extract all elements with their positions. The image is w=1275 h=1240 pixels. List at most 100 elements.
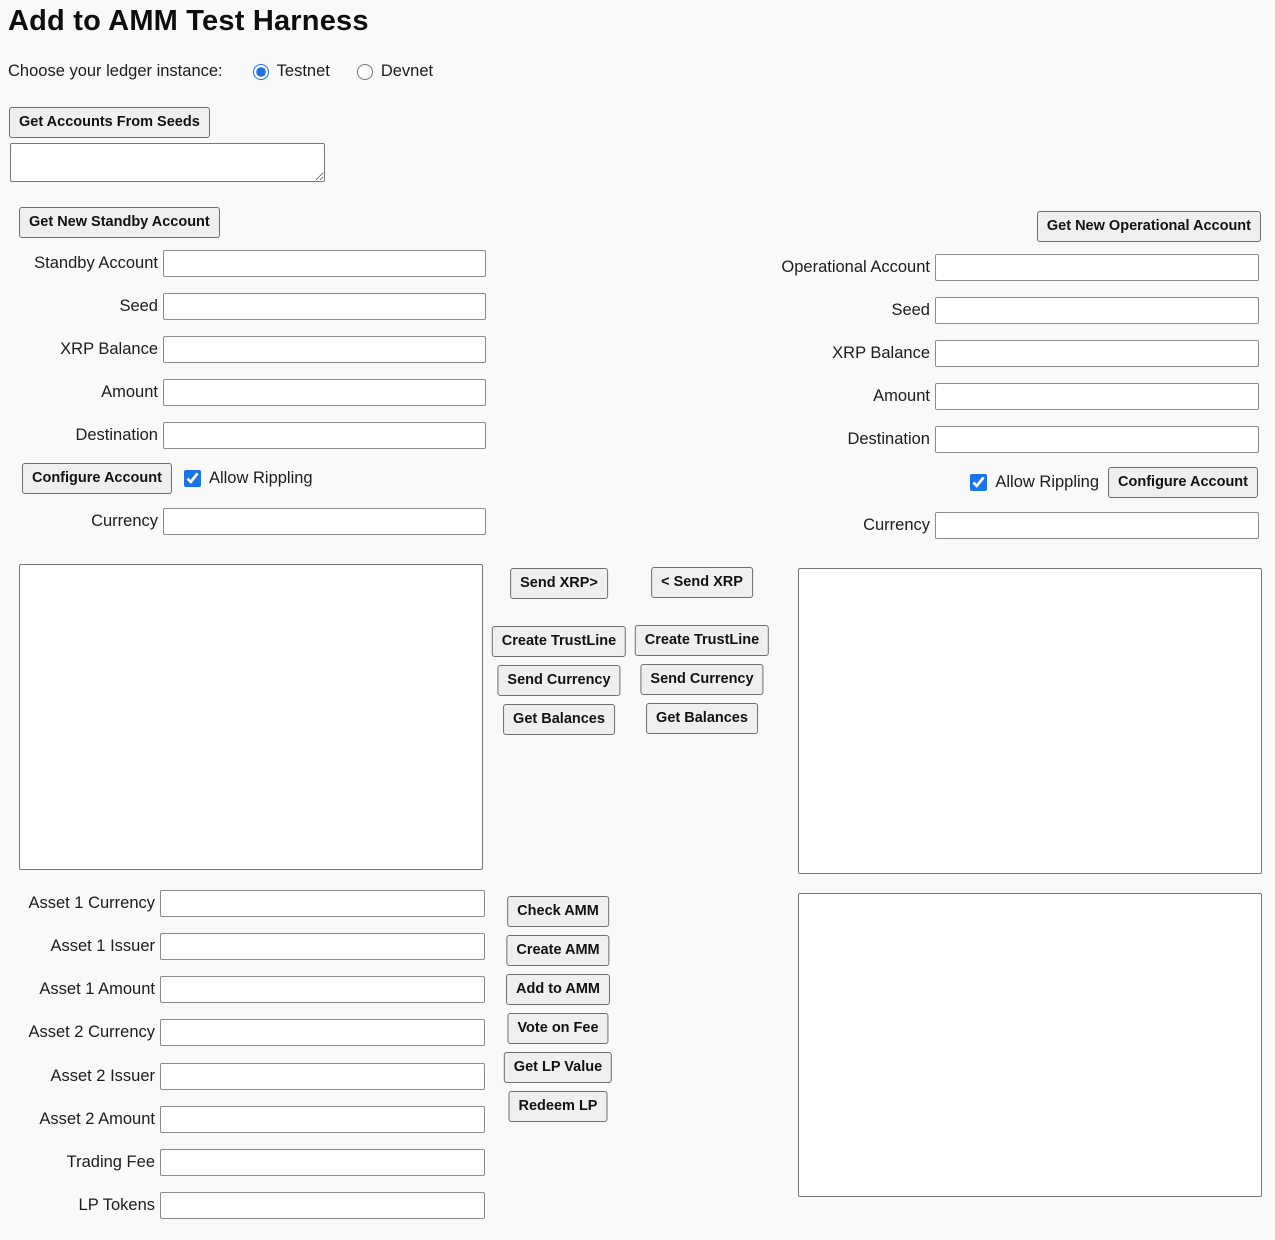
get-new-operational-account-button[interactable]: Get New Operational Account xyxy=(1037,211,1261,242)
operational-amount-row: Amount xyxy=(873,383,1259,410)
redeem-lp-button[interactable]: Redeem LP xyxy=(509,1091,608,1122)
asset2-amount-label: Asset 2 Amount xyxy=(39,1110,160,1129)
page-title: Add to AMM Test Harness xyxy=(8,5,369,38)
standby-xrp-balance-field[interactable] xyxy=(163,336,486,363)
get-new-standby-account-button[interactable]: Get New Standby Account xyxy=(19,207,220,238)
operational-configure-account-button[interactable]: Configure Account xyxy=(1108,467,1258,498)
operational-xrp-balance-field[interactable] xyxy=(935,340,1259,367)
standby-allow-rippling-group[interactable]: Allow Rippling xyxy=(184,469,313,488)
operational-allow-rippling-checkbox[interactable] xyxy=(970,474,987,491)
standby-configure-row: Configure Account Allow Rippling xyxy=(22,463,313,494)
standby-destination-row: Destination xyxy=(75,422,486,449)
send-currency-standby-button[interactable]: Send Currency xyxy=(497,665,620,696)
standby-destination-label: Destination xyxy=(75,426,163,445)
asset1-amount-label: Asset 1 Amount xyxy=(39,980,160,999)
send-xrp-to-operational-button[interactable]: Send XRP> xyxy=(510,568,608,599)
operational-account-field[interactable] xyxy=(935,254,1259,281)
create-trustline-operational-button[interactable]: Create TrustLine xyxy=(635,625,769,656)
devnet-radio[interactable] xyxy=(357,64,373,80)
check-amm-button[interactable]: Check AMM xyxy=(507,896,609,927)
lp-tokens-label: LP Tokens xyxy=(79,1196,160,1215)
operational-destination-label: Destination xyxy=(847,430,935,449)
standby-currency-field[interactable] xyxy=(163,508,486,535)
amm-test-harness-page: Add to AMM Test Harness Choose your ledg… xyxy=(0,0,1275,1240)
standby-seed-label: Seed xyxy=(119,297,163,316)
seeds-textarea[interactable] xyxy=(10,143,325,182)
get-balances-standby-button[interactable]: Get Balances xyxy=(503,704,615,735)
asset2-issuer-row: Asset 2 Issuer xyxy=(50,1063,485,1090)
asset2-amount-field[interactable] xyxy=(160,1106,485,1133)
asset1-issuer-field[interactable] xyxy=(160,933,485,960)
amm-results-textarea[interactable] xyxy=(798,893,1262,1197)
lp-tokens-row: LP Tokens xyxy=(79,1192,485,1219)
asset1-amount-row: Asset 1 Amount xyxy=(39,976,485,1003)
trading-fee-label: Trading Fee xyxy=(67,1153,160,1172)
operational-currency-field[interactable] xyxy=(935,512,1259,539)
testnet-radio[interactable] xyxy=(253,64,269,80)
vote-on-fee-button[interactable]: Vote on Fee xyxy=(507,1013,608,1044)
asset2-currency-field[interactable] xyxy=(160,1019,485,1046)
asset1-currency-field[interactable] xyxy=(160,890,485,917)
operational-configure-row: Allow Rippling Configure Account xyxy=(970,467,1258,498)
standby-account-label: Standby Account xyxy=(34,254,163,273)
operational-account-label: Operational Account xyxy=(781,258,935,277)
standby-xrp-balance-row: XRP Balance xyxy=(60,336,486,363)
asset1-issuer-label: Asset 1 Issuer xyxy=(50,937,160,956)
operational-xrp-balance-row: XRP Balance xyxy=(832,340,1259,367)
send-currency-operational-button[interactable]: Send Currency xyxy=(640,664,763,695)
trading-fee-row: Trading Fee xyxy=(67,1149,485,1176)
asset1-amount-field[interactable] xyxy=(160,976,485,1003)
create-trustline-standby-button[interactable]: Create TrustLine xyxy=(492,626,626,657)
standby-amount-field[interactable] xyxy=(163,379,486,406)
standby-amount-row: Amount xyxy=(101,379,486,406)
standby-seed-field[interactable] xyxy=(163,293,486,320)
ledger-instance-row: Choose your ledger instance: Testnet Dev… xyxy=(8,62,433,81)
standby-allow-rippling-label: Allow Rippling xyxy=(209,469,313,488)
operational-allow-rippling-label: Allow Rippling xyxy=(995,473,1099,492)
devnet-label: Devnet xyxy=(381,62,433,81)
asset2-issuer-field[interactable] xyxy=(160,1063,485,1090)
testnet-radio-group[interactable]: Testnet xyxy=(253,62,330,81)
operational-destination-row: Destination xyxy=(847,426,1259,453)
asset2-currency-label: Asset 2 Currency xyxy=(28,1023,160,1042)
asset2-currency-row: Asset 2 Currency xyxy=(28,1019,485,1046)
standby-destination-field[interactable] xyxy=(163,422,486,449)
operational-destination-field[interactable] xyxy=(935,426,1259,453)
standby-xrp-balance-label: XRP Balance xyxy=(60,340,163,359)
lp-tokens-field[interactable] xyxy=(160,1192,485,1219)
asset2-issuer-label: Asset 2 Issuer xyxy=(50,1067,160,1086)
create-amm-button[interactable]: Create AMM xyxy=(506,935,609,966)
send-xrp-to-standby-button[interactable]: < Send XRP xyxy=(651,567,753,598)
operational-seed-field[interactable] xyxy=(935,297,1259,324)
testnet-label: Testnet xyxy=(277,62,330,81)
add-to-amm-button[interactable]: Add to AMM xyxy=(506,974,610,1005)
asset2-amount-row: Asset 2 Amount xyxy=(39,1106,485,1133)
get-balances-operational-button[interactable]: Get Balances xyxy=(646,703,758,734)
operational-xrp-balance-label: XRP Balance xyxy=(832,344,935,363)
get-accounts-from-seeds-button[interactable]: Get Accounts From Seeds xyxy=(9,107,210,138)
standby-currency-label: Currency xyxy=(91,512,163,531)
standby-account-row: Standby Account xyxy=(34,250,486,277)
operational-results-textarea[interactable] xyxy=(798,568,1262,874)
devnet-radio-group[interactable]: Devnet xyxy=(357,62,433,81)
operational-seed-label: Seed xyxy=(891,301,935,320)
operational-currency-row: Currency xyxy=(863,512,1259,539)
trading-fee-field[interactable] xyxy=(160,1149,485,1176)
get-lp-value-button[interactable]: Get LP Value xyxy=(504,1052,612,1083)
asset1-issuer-row: Asset 1 Issuer xyxy=(50,933,485,960)
standby-configure-account-button[interactable]: Configure Account xyxy=(22,463,172,494)
operational-allow-rippling-group[interactable]: Allow Rippling xyxy=(970,473,1099,492)
standby-seed-row: Seed xyxy=(119,293,486,320)
operational-currency-label: Currency xyxy=(863,516,935,535)
standby-allow-rippling-checkbox[interactable] xyxy=(184,470,201,487)
asset1-currency-label: Asset 1 Currency xyxy=(28,894,160,913)
standby-account-field[interactable] xyxy=(163,250,486,277)
operational-amount-label: Amount xyxy=(873,387,935,406)
standby-amount-label: Amount xyxy=(101,383,163,402)
operational-seed-row: Seed xyxy=(891,297,1259,324)
operational-amount-field[interactable] xyxy=(935,383,1259,410)
ledger-instance-label: Choose your ledger instance: xyxy=(8,62,223,81)
standby-currency-row: Currency xyxy=(91,508,486,535)
standby-results-textarea[interactable] xyxy=(19,564,483,870)
operational-account-row: Operational Account xyxy=(781,254,1259,281)
